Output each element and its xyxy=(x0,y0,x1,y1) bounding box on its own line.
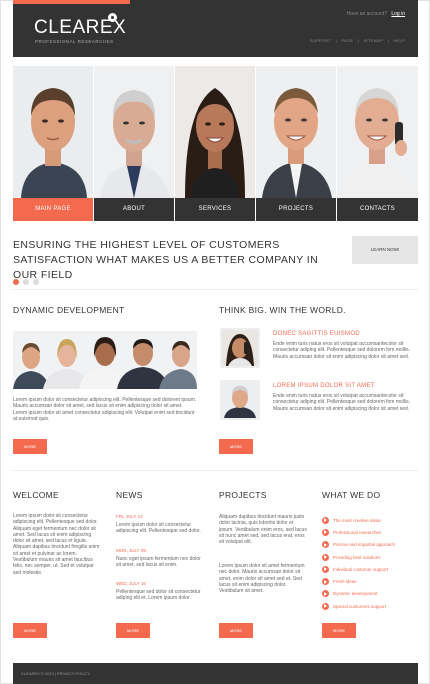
projects-more-button[interactable]: MORE xyxy=(219,623,253,638)
dynamic-development-text: Lorem ipsum dolor sit consectetur adipis… xyxy=(13,397,197,422)
nav-tile-main-page[interactable]: MAIN PAGE xyxy=(13,66,94,221)
news-text-2: Nunc eget ipsum fermentum nec dolor sit … xyxy=(116,556,201,569)
projects-heading: PROJECTS xyxy=(219,490,267,500)
list-item[interactable]: Individual customer support xyxy=(322,563,418,575)
intro-headline: ENSURING THE HIGHEST LEVEL OF CUSTOMERS … xyxy=(13,239,319,281)
list-item[interactable]: The most creative ideas xyxy=(322,514,418,526)
account-box: Have an account? Log in xyxy=(347,11,405,17)
news-date-3: WED, JULY 16 xyxy=(116,581,146,586)
nav-tile-about[interactable]: ABOUT xyxy=(94,66,175,221)
logo-mark-icon xyxy=(108,13,117,22)
support-link[interactable]: SUPPORT xyxy=(310,38,331,43)
arrow-circle-icon xyxy=(322,590,329,598)
divider-line xyxy=(13,289,418,290)
header-bar: CLEAREX PROFESSIONAL RESEARCHES Have an … xyxy=(13,0,418,57)
footer-bar: CLEAREX © 2013 | PRIVACY POLICY xyxy=(13,663,418,684)
slider-dot-2[interactable] xyxy=(23,279,29,285)
projects-text-1: Aliquam dapibus tincidunt mauris justo d… xyxy=(219,514,307,546)
list-item-label: Precise and impartial approach xyxy=(333,542,396,548)
list-item[interactable]: Providing best solutions xyxy=(322,551,418,563)
world-more-button[interactable]: MORE xyxy=(219,439,253,454)
list-item-label: Dynamic development xyxy=(333,591,378,597)
divider-line xyxy=(13,470,418,471)
nav-tile-projects[interactable]: PROJECTS xyxy=(256,66,337,221)
divider: | xyxy=(335,38,337,43)
donec-sagittis-text: Ende enim turis natus eros sit volutpat … xyxy=(273,341,411,360)
arrow-circle-icon xyxy=(322,565,329,573)
arrow-circle-icon xyxy=(322,528,329,536)
what-we-do-heading: WHAT WE DO xyxy=(322,490,381,500)
man-portrait-image xyxy=(222,382,258,418)
donec-sagittis-title[interactable]: DONEC SAGITTIS EUISMOD xyxy=(273,331,360,337)
welcome-heading: WELCOME xyxy=(13,490,60,500)
arrow-circle-icon xyxy=(322,516,329,524)
divider: | xyxy=(357,38,360,43)
portrait-man-1 xyxy=(13,66,93,198)
lorem-ipsum-text: Ende enim turis natus eros sit volutpat … xyxy=(273,393,411,412)
sitemap-link[interactable]: SITEMAP xyxy=(364,38,384,43)
projects-text-2: Lorem ipsum dolor sit amet fermentum nec… xyxy=(219,563,305,595)
lorem-ipsum-title[interactable]: LOREM IPSUM DOLOR SIT AMET xyxy=(273,383,375,389)
portrait-navigation: MAIN PAGE ABOUT SERVICES PROJECTS CONTAC… xyxy=(13,66,418,221)
list-item[interactable]: Professional researches xyxy=(322,526,418,538)
woman-phone-image xyxy=(222,330,258,366)
site-tagline: PROFESSIONAL RESEARCHES xyxy=(35,39,114,44)
slider-dots xyxy=(13,279,39,285)
account-prompt: Have an account? xyxy=(346,11,387,17)
nav-label-projects: PROJECTS xyxy=(256,198,336,221)
dynamic-development-heading: DYNAMIC DEVELOPMENT xyxy=(13,305,125,315)
news-text-1: Lorem ipsum dolor sit consectetur adipis… xyxy=(116,522,201,535)
list-item[interactable]: Precise and impartial approach xyxy=(322,539,418,551)
arrow-circle-icon xyxy=(322,578,329,586)
nav-label-main-page: MAIN PAGE xyxy=(13,198,93,221)
welcome-text: Lorem ipsum dolor sit consectetur adipis… xyxy=(13,513,100,576)
learn-now-button[interactable]: LEARN NOW! xyxy=(352,236,418,264)
man-portrait-thumbnail[interactable] xyxy=(220,380,260,420)
top-links: SUPPORT | PAGE | SITEMAP | HELP xyxy=(307,38,405,43)
news-more-button[interactable]: MORE xyxy=(116,623,150,638)
portrait-man-3 xyxy=(256,66,336,198)
list-item-label: Fresh ideas xyxy=(333,579,357,585)
list-item[interactable]: Dynamic development xyxy=(322,588,418,600)
list-item-label: Special customers support xyxy=(333,603,387,609)
nav-label-services: SERVICES xyxy=(175,198,255,221)
help-link[interactable]: HELP xyxy=(393,38,405,43)
nav-tile-contacts[interactable]: CONTACTS xyxy=(337,66,418,221)
list-item-label: Individual customer support xyxy=(333,566,389,572)
login-link[interactable]: Log in xyxy=(391,11,405,17)
woman-phone-thumbnail[interactable] xyxy=(220,328,260,368)
nav-label-about: ABOUT xyxy=(94,198,174,221)
list-item-label: Professional researches xyxy=(333,529,382,535)
list-item-label: The most creative ideas xyxy=(333,517,381,523)
list-item[interactable]: Special customers support xyxy=(322,600,418,612)
news-heading: NEWS xyxy=(116,490,143,500)
news-text-3: Pellentesque sed dolor sit consectetur a… xyxy=(116,589,201,602)
divider: | xyxy=(387,38,389,43)
what-we-do-more-button[interactable]: MORE xyxy=(322,623,356,638)
nav-tile-services[interactable]: SERVICES xyxy=(175,66,256,221)
slider-dot-1[interactable] xyxy=(13,279,19,285)
team-photo xyxy=(13,331,197,389)
nav-label-contacts: CONTACTS xyxy=(337,198,418,221)
arrow-circle-icon xyxy=(322,602,329,610)
footer-copyright: CLEAREX © 2013 | PRIVACY POLICY xyxy=(21,671,90,676)
arrow-circle-icon xyxy=(322,553,329,561)
news-date-2: MON, JULY 09 xyxy=(116,548,146,553)
news-date-1: FRI, JULY 13 xyxy=(116,514,143,519)
portrait-woman xyxy=(175,66,255,198)
dynamic-more-button[interactable]: MORE xyxy=(13,439,47,454)
think-big-heading: THINK BIG. WIN THE WORLD. xyxy=(219,305,346,315)
welcome-more-button[interactable]: MORE xyxy=(13,623,47,638)
accent-stripe xyxy=(13,0,130,4)
team-photo-image xyxy=(13,331,197,389)
arrow-circle-icon xyxy=(322,541,329,549)
list-item-label: Providing best solutions xyxy=(333,554,381,560)
page-link[interactable]: PAGE xyxy=(341,38,353,43)
portrait-man-4 xyxy=(337,66,418,198)
portrait-man-2 xyxy=(94,66,174,198)
list-item[interactable]: Fresh ideas xyxy=(322,575,418,587)
slider-dot-3[interactable] xyxy=(33,279,39,285)
what-we-do-list: The most creative ideas Professional res… xyxy=(322,514,418,612)
